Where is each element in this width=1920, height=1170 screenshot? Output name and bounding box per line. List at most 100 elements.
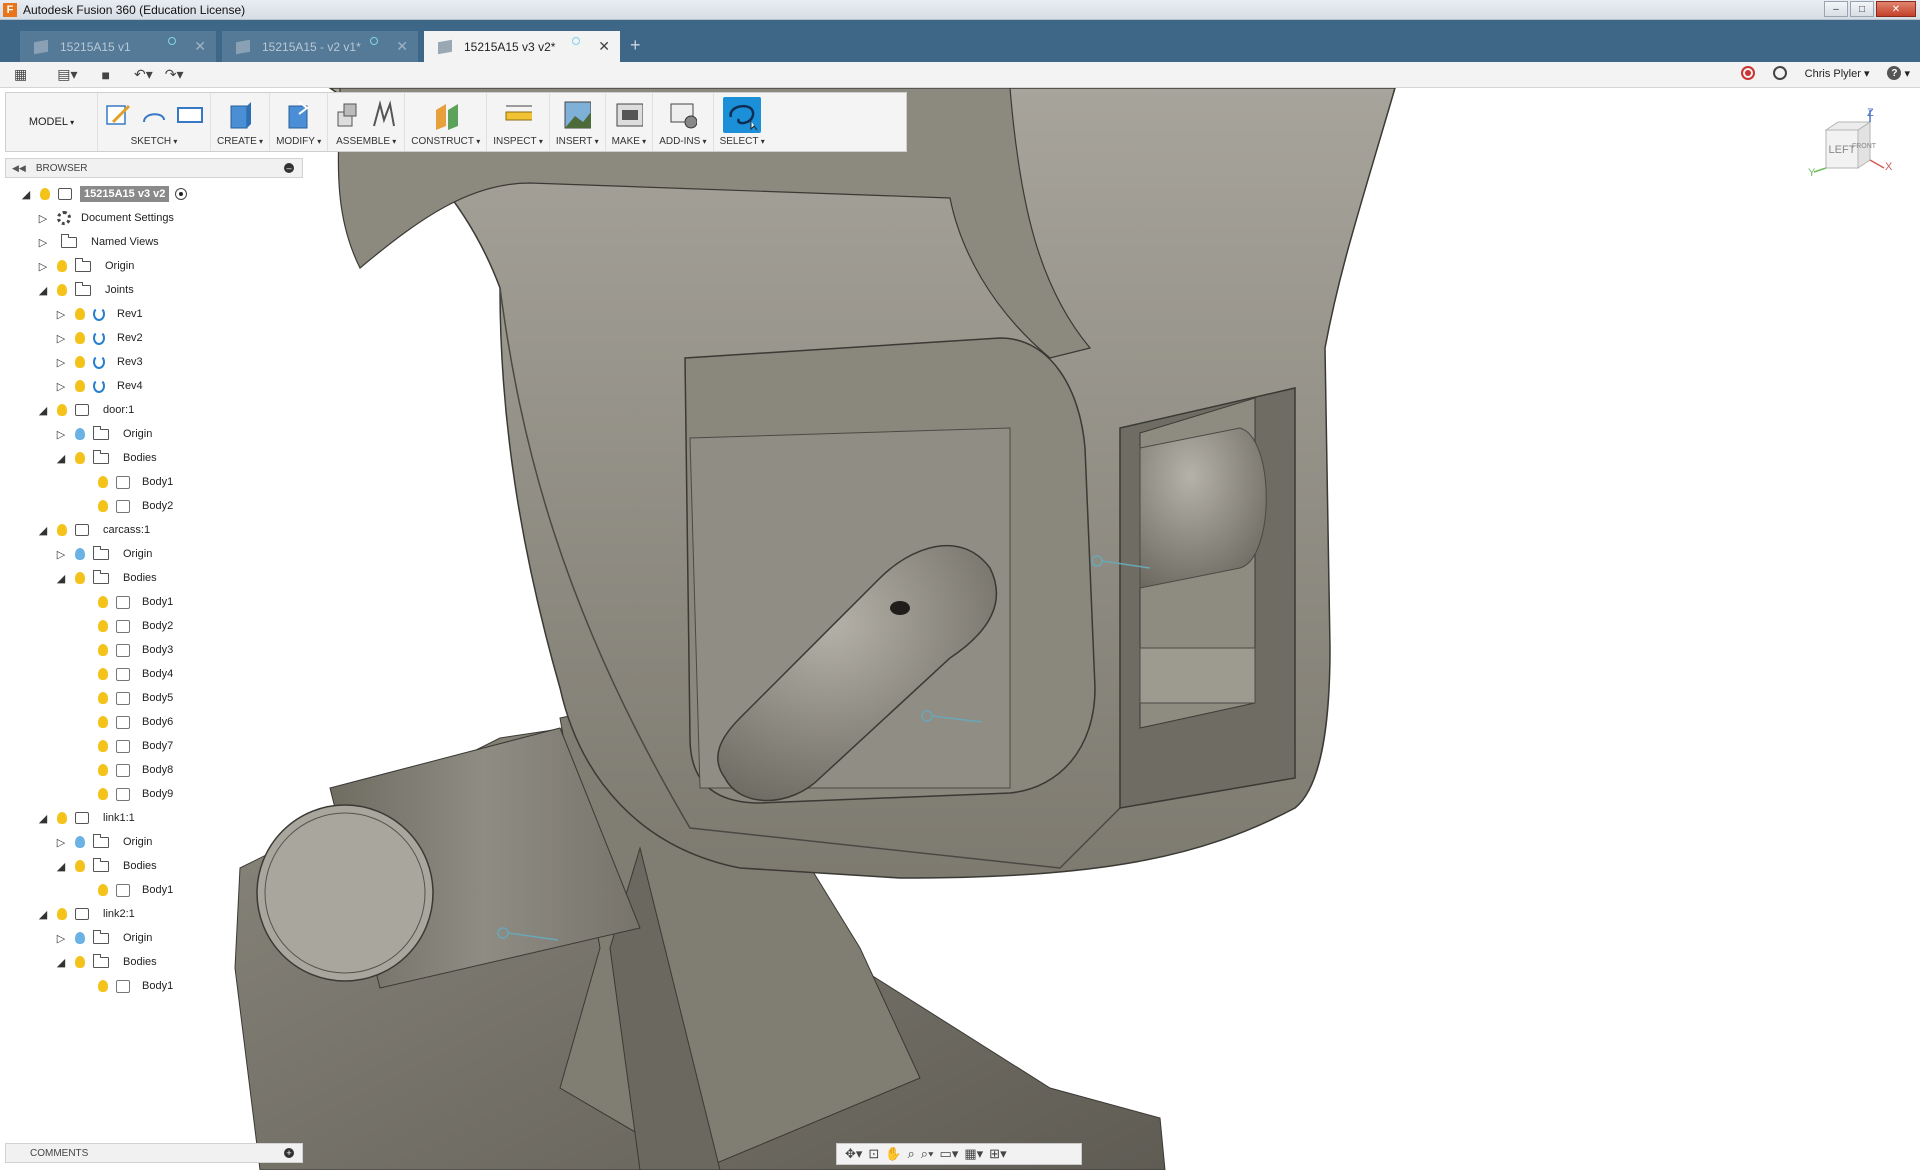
tree-item-carcass-body9[interactable]: Body9 <box>98 784 173 804</box>
make-group[interactable]: MAKE <box>606 93 654 151</box>
file-menu-icon[interactable]: ▤▾ <box>57 66 77 83</box>
view-cube[interactable]: LEFT FRONT Z X Y <box>1808 107 1898 188</box>
tree-root[interactable]: ◢ 15215A15 v3 v2 <box>20 184 188 204</box>
visibility-bulb-icon[interactable] <box>57 908 67 920</box>
visibility-bulb-icon[interactable] <box>75 572 85 584</box>
look-at-icon[interactable]: ⊡ <box>868 1146 879 1162</box>
tree-item-link1-body1[interactable]: Body1 <box>98 880 173 900</box>
inspect-group[interactable]: INSPECT <box>487 93 550 151</box>
minimize-browser-icon[interactable]: – <box>284 163 294 173</box>
visibility-bulb-icon[interactable] <box>75 380 85 392</box>
visibility-bulb-icon[interactable] <box>98 740 108 752</box>
tree-item-door[interactable]: ◢ door:1 <box>37 400 134 420</box>
workspace-switcher[interactable]: MODEL <box>6 93 98 151</box>
collapse-icon[interactable]: ◢ <box>37 284 49 297</box>
tree-item-document-settings[interactable]: ▷ Document Settings <box>37 208 174 228</box>
record-icon[interactable] <box>1740 66 1755 80</box>
tree-item-link1-bodies[interactable]: ◢ Bodies <box>55 856 157 876</box>
modify-group[interactable]: MODIFY <box>270 93 329 151</box>
save-icon[interactable]: ■ <box>102 67 110 83</box>
add-comment-icon[interactable]: + <box>284 1148 294 1158</box>
expand-icon[interactable]: ▷ <box>37 260 49 273</box>
select-lasso-icon[interactable] <box>723 96 762 133</box>
tree-item-link2[interactable]: ◢ link2:1 <box>37 904 135 924</box>
tree-item-link2-origin[interactable]: ▷ Origin <box>55 928 152 948</box>
collapse-panel-icon[interactable]: ◀◀ <box>12 163 26 174</box>
scripts-addins-icon[interactable] <box>669 100 697 130</box>
tree-item-link2-body1[interactable]: Body1 <box>98 976 173 996</box>
add-ins-group[interactable]: ADD-INS <box>653 93 714 151</box>
collapse-icon[interactable]: ◢ <box>37 812 49 825</box>
activate-radio-icon[interactable] <box>175 188 188 200</box>
user-menu[interactable]: Chris Plyler ▾ <box>1805 67 1870 80</box>
press-pull-icon[interactable] <box>285 100 313 130</box>
cube-face-front[interactable]: FRONT <box>1852 143 1877 150</box>
tab-15215a15-v2-v1[interactable]: 15215A15 - v2 v1* ✕ <box>222 31 418 62</box>
collapse-icon[interactable]: ◢ <box>55 452 67 465</box>
zoom-icon[interactable]: ⌕ <box>908 1146 915 1162</box>
display-settings-icon[interactable]: ▭▾ <box>940 1146 959 1162</box>
visibility-bulb-icon[interactable] <box>98 788 108 800</box>
expand-icon[interactable]: ▷ <box>55 380 67 393</box>
visibility-bulb-icon[interactable] <box>75 860 85 872</box>
tree-item-carcass-body8[interactable]: Body8 <box>98 760 173 780</box>
visibility-bulb-icon[interactable] <box>98 716 108 728</box>
orbit-icon[interactable]: ✥▾ <box>845 1146 862 1162</box>
visibility-bulb-icon[interactable] <box>98 644 108 656</box>
visibility-bulb-icon[interactable] <box>75 356 85 368</box>
visibility-bulb-icon[interactable] <box>57 404 67 416</box>
expand-icon[interactable]: ▷ <box>37 236 49 249</box>
insert-group[interactable]: INSERT <box>550 93 606 151</box>
insert-image-icon[interactable] <box>563 100 592 130</box>
data-panel-grid-icon[interactable]: ▦ <box>14 66 27 83</box>
visibility-bulb-icon[interactable] <box>75 548 85 560</box>
expand-icon[interactable]: ▷ <box>55 836 67 849</box>
tree-item-rev1[interactable]: ▷ Rev1 <box>55 304 143 324</box>
construct-group[interactable]: CONSTRUCT <box>405 93 488 151</box>
minimize-button[interactable]: – <box>1824 1 1848 17</box>
tree-item-door-bodies[interactable]: ◢ Bodies <box>55 448 157 468</box>
3d-print-icon[interactable] <box>615 100 643 130</box>
redo-icon[interactable]: ↷▾ <box>165 66 184 83</box>
visibility-bulb-icon[interactable] <box>98 764 108 776</box>
new-tab-icon[interactable]: + <box>630 35 641 56</box>
expand-icon[interactable]: ▷ <box>55 332 67 345</box>
expand-icon[interactable]: ▷ <box>55 356 67 369</box>
create-group[interactable]: CREATE <box>211 93 271 151</box>
offset-plane-icon[interactable] <box>432 100 460 130</box>
visibility-bulb-icon[interactable] <box>98 476 108 488</box>
collapse-icon[interactable]: ◢ <box>55 956 67 969</box>
visibility-bulb-icon[interactable] <box>98 884 108 896</box>
tree-item-link2-bodies[interactable]: ◢ Bodies <box>55 952 157 972</box>
tree-item-door-body2[interactable]: Body2 <box>98 496 173 516</box>
tree-item-named-views[interactable]: ▷ Named Views <box>37 232 159 252</box>
pan-icon[interactable]: ✋ <box>885 1146 901 1162</box>
expand-icon[interactable]: ▷ <box>55 308 67 321</box>
tree-item-link1-origin[interactable]: ▷ Origin <box>55 832 152 852</box>
3d-viewport[interactable] <box>0 88 1920 1170</box>
extrude-icon[interactable] <box>226 100 254 130</box>
visibility-bulb-icon[interactable] <box>75 836 85 848</box>
tree-item-rev4[interactable]: ▷ Rev4 <box>55 376 143 396</box>
visibility-bulb-icon[interactable] <box>98 596 108 608</box>
collapse-icon[interactable]: ◢ <box>37 908 49 921</box>
assemble-group[interactable]: ASSEMBLE <box>328 93 406 151</box>
tab-15215a15-v3-v2[interactable]: 15215A15 v3 v2* ✕ <box>424 31 620 62</box>
close-window-button[interactable]: ✕ <box>1876 1 1916 17</box>
tree-item-carcass-body3[interactable]: Body3 <box>98 640 173 660</box>
tree-item-carcass-origin[interactable]: ▷ Origin <box>55 544 152 564</box>
tree-item-carcass-body4[interactable]: Body4 <box>98 664 173 684</box>
collapse-icon[interactable]: ◢ <box>55 572 67 585</box>
tree-item-carcass-bodies[interactable]: ◢ Bodies <box>55 568 157 588</box>
visibility-bulb-icon[interactable] <box>57 812 67 824</box>
sketch-line-icon[interactable] <box>140 100 168 130</box>
tab-15215a15-v1[interactable]: 15215A15 v1 ✕ <box>20 31 216 62</box>
tree-item-rev2[interactable]: ▷ Rev2 <box>55 328 143 348</box>
visibility-bulb-icon[interactable] <box>75 932 85 944</box>
tree-item-carcass-body7[interactable]: Body7 <box>98 736 173 756</box>
close-tab-icon[interactable]: ✕ <box>194 38 206 55</box>
tree-item-link1[interactable]: ◢ link1:1 <box>37 808 135 828</box>
visibility-bulb-icon[interactable] <box>75 452 85 464</box>
select-group[interactable]: SELECT <box>714 93 771 151</box>
visibility-bulb-icon[interactable] <box>40 188 50 200</box>
